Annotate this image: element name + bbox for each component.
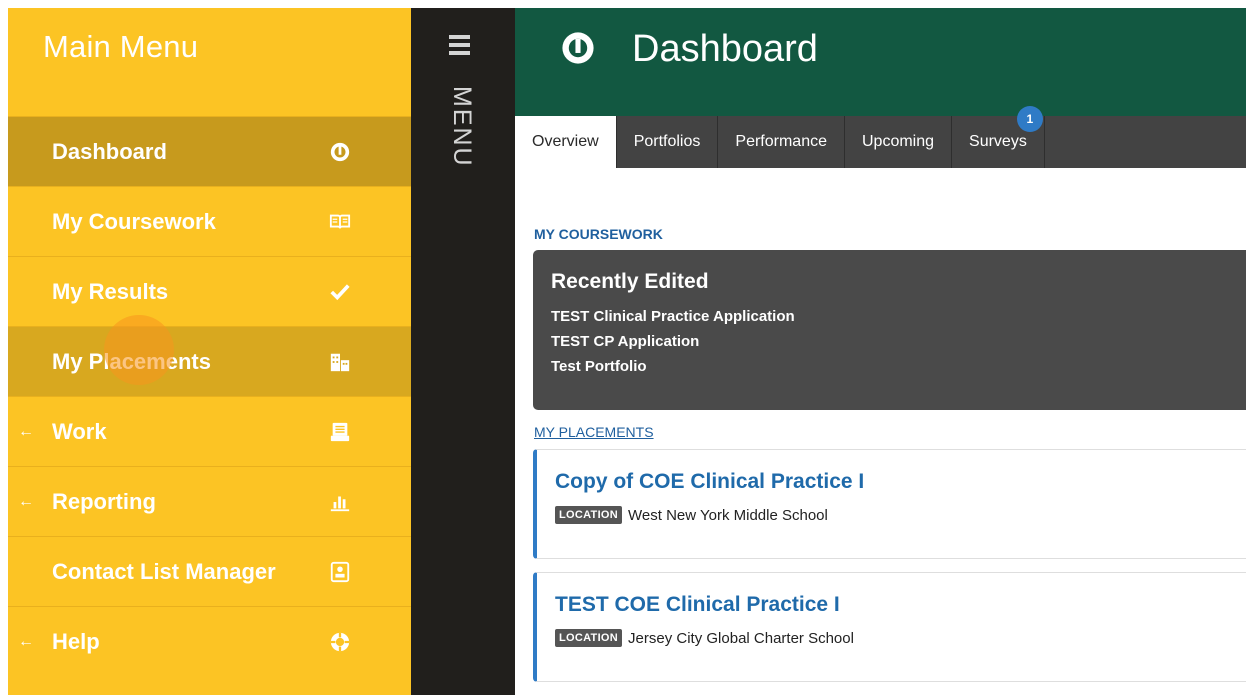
notification-badge: 1 [1016, 106, 1043, 132]
location-name: West New York Middle School [628, 506, 828, 524]
sidebar-header: Main Menu [8, 8, 411, 116]
sidebar-item-my-placements[interactable]: My Placements [8, 326, 411, 396]
tab-upcoming[interactable]: Upcoming [845, 116, 953, 168]
dashboard-tabs: Overview Portfolios Performance Upcoming… [515, 106, 1246, 169]
page-title: Dashboard [632, 27, 818, 70]
tab-overview[interactable]: Overview [515, 116, 617, 169]
open-book-icon [328, 210, 352, 234]
main-menu-sidebar: Main Menu Dashboard My Coursework My Res… [8, 8, 411, 695]
location-badge: LOCATION [555, 629, 623, 647]
tab-portfolios[interactable]: Portfolios [617, 116, 719, 168]
my-placements-link[interactable]: MY PLACEMENTS [534, 424, 654, 440]
sidebar-item-label: Contact List Manager [52, 558, 276, 584]
page-header: Dashboard [515, 8, 1246, 116]
recent-item-link[interactable]: Test Portfolio [551, 354, 1246, 379]
menu-strip-label: MENU [448, 86, 476, 168]
sidebar-item-my-coursework[interactable]: My Coursework [8, 186, 411, 256]
recently-edited-card: Recently Edited TEST Clinical Practice A… [533, 250, 1246, 410]
placement-card[interactable]: Copy of COE Clinical Practice I LOCATION… [533, 449, 1246, 559]
sidebar-item-work[interactable]: ← Work [8, 396, 411, 466]
hamburger-icon[interactable] [449, 35, 470, 59]
tab-label: Upcoming [861, 133, 935, 150]
sidebar-item-label: My Coursework [52, 208, 216, 234]
my-coursework-heading: MY COURSEWORK [534, 226, 663, 242]
buildings-icon [328, 350, 352, 374]
tab-surveys[interactable]: Surveys 1 [952, 106, 1045, 168]
tab-label: Overview [532, 133, 599, 150]
sidebar-item-dashboard[interactable]: Dashboard [8, 116, 411, 186]
sidebar-item-label: Reporting [52, 488, 156, 514]
location-name: Jersey City Global Charter School [628, 629, 854, 647]
recently-edited-title: Recently Edited [551, 270, 709, 293]
location-badge: LOCATION [555, 506, 623, 524]
touch-indicator [104, 315, 174, 385]
placement-title: Copy of COE Clinical Practice I [555, 470, 865, 493]
inbox-tray-icon [328, 420, 352, 444]
tab-label: Performance [735, 133, 827, 150]
placement-location: LOCATION Jersey City Global Charter Scho… [555, 629, 1246, 647]
expand-arrow-icon: ← [18, 632, 34, 650]
menu-toggle-strip[interactable]: MENU [411, 8, 515, 695]
expand-arrow-icon: ← [18, 492, 34, 510]
sidebar-title: Main Menu [43, 29, 199, 64]
dashboard-gauge-icon [328, 140, 352, 164]
dashboard-logo-icon [562, 32, 594, 64]
tab-label: Portfolios [633, 133, 701, 150]
checkmark-icon [328, 280, 352, 304]
lifebuoy-icon [328, 630, 352, 654]
contact-card-icon [328, 560, 352, 584]
sidebar-item-label: Help [52, 628, 100, 654]
sidebar-item-my-results[interactable]: My Results [8, 256, 411, 326]
placement-location: LOCATION West New York Middle School [555, 506, 1246, 524]
tab-performance[interactable]: Performance [718, 116, 845, 168]
recent-item-link[interactable]: TEST Clinical Practice Application [551, 304, 1246, 329]
sidebar-item-label: Dashboard [52, 138, 167, 164]
placement-title: TEST COE Clinical Practice I [555, 593, 840, 616]
sidebar-item-help[interactable]: ← Help [8, 606, 411, 676]
dashboard-content: Dashboard Overview Portfolios Performanc… [515, 8, 1246, 695]
expand-arrow-icon: ← [18, 422, 34, 440]
sidebar-item-contact-list-manager[interactable]: Contact List Manager [8, 536, 411, 606]
sidebar-item-label: Work [52, 418, 107, 444]
bar-chart-icon [328, 490, 352, 514]
placement-card[interactable]: TEST COE Clinical Practice I LOCATION Je… [533, 572, 1246, 682]
recent-item-link[interactable]: TEST CP Application [551, 329, 1246, 354]
tab-label: Surveys [969, 133, 1027, 150]
sidebar-item-reporting[interactable]: ← Reporting [8, 466, 411, 536]
sidebar-item-label: My Results [52, 278, 169, 304]
